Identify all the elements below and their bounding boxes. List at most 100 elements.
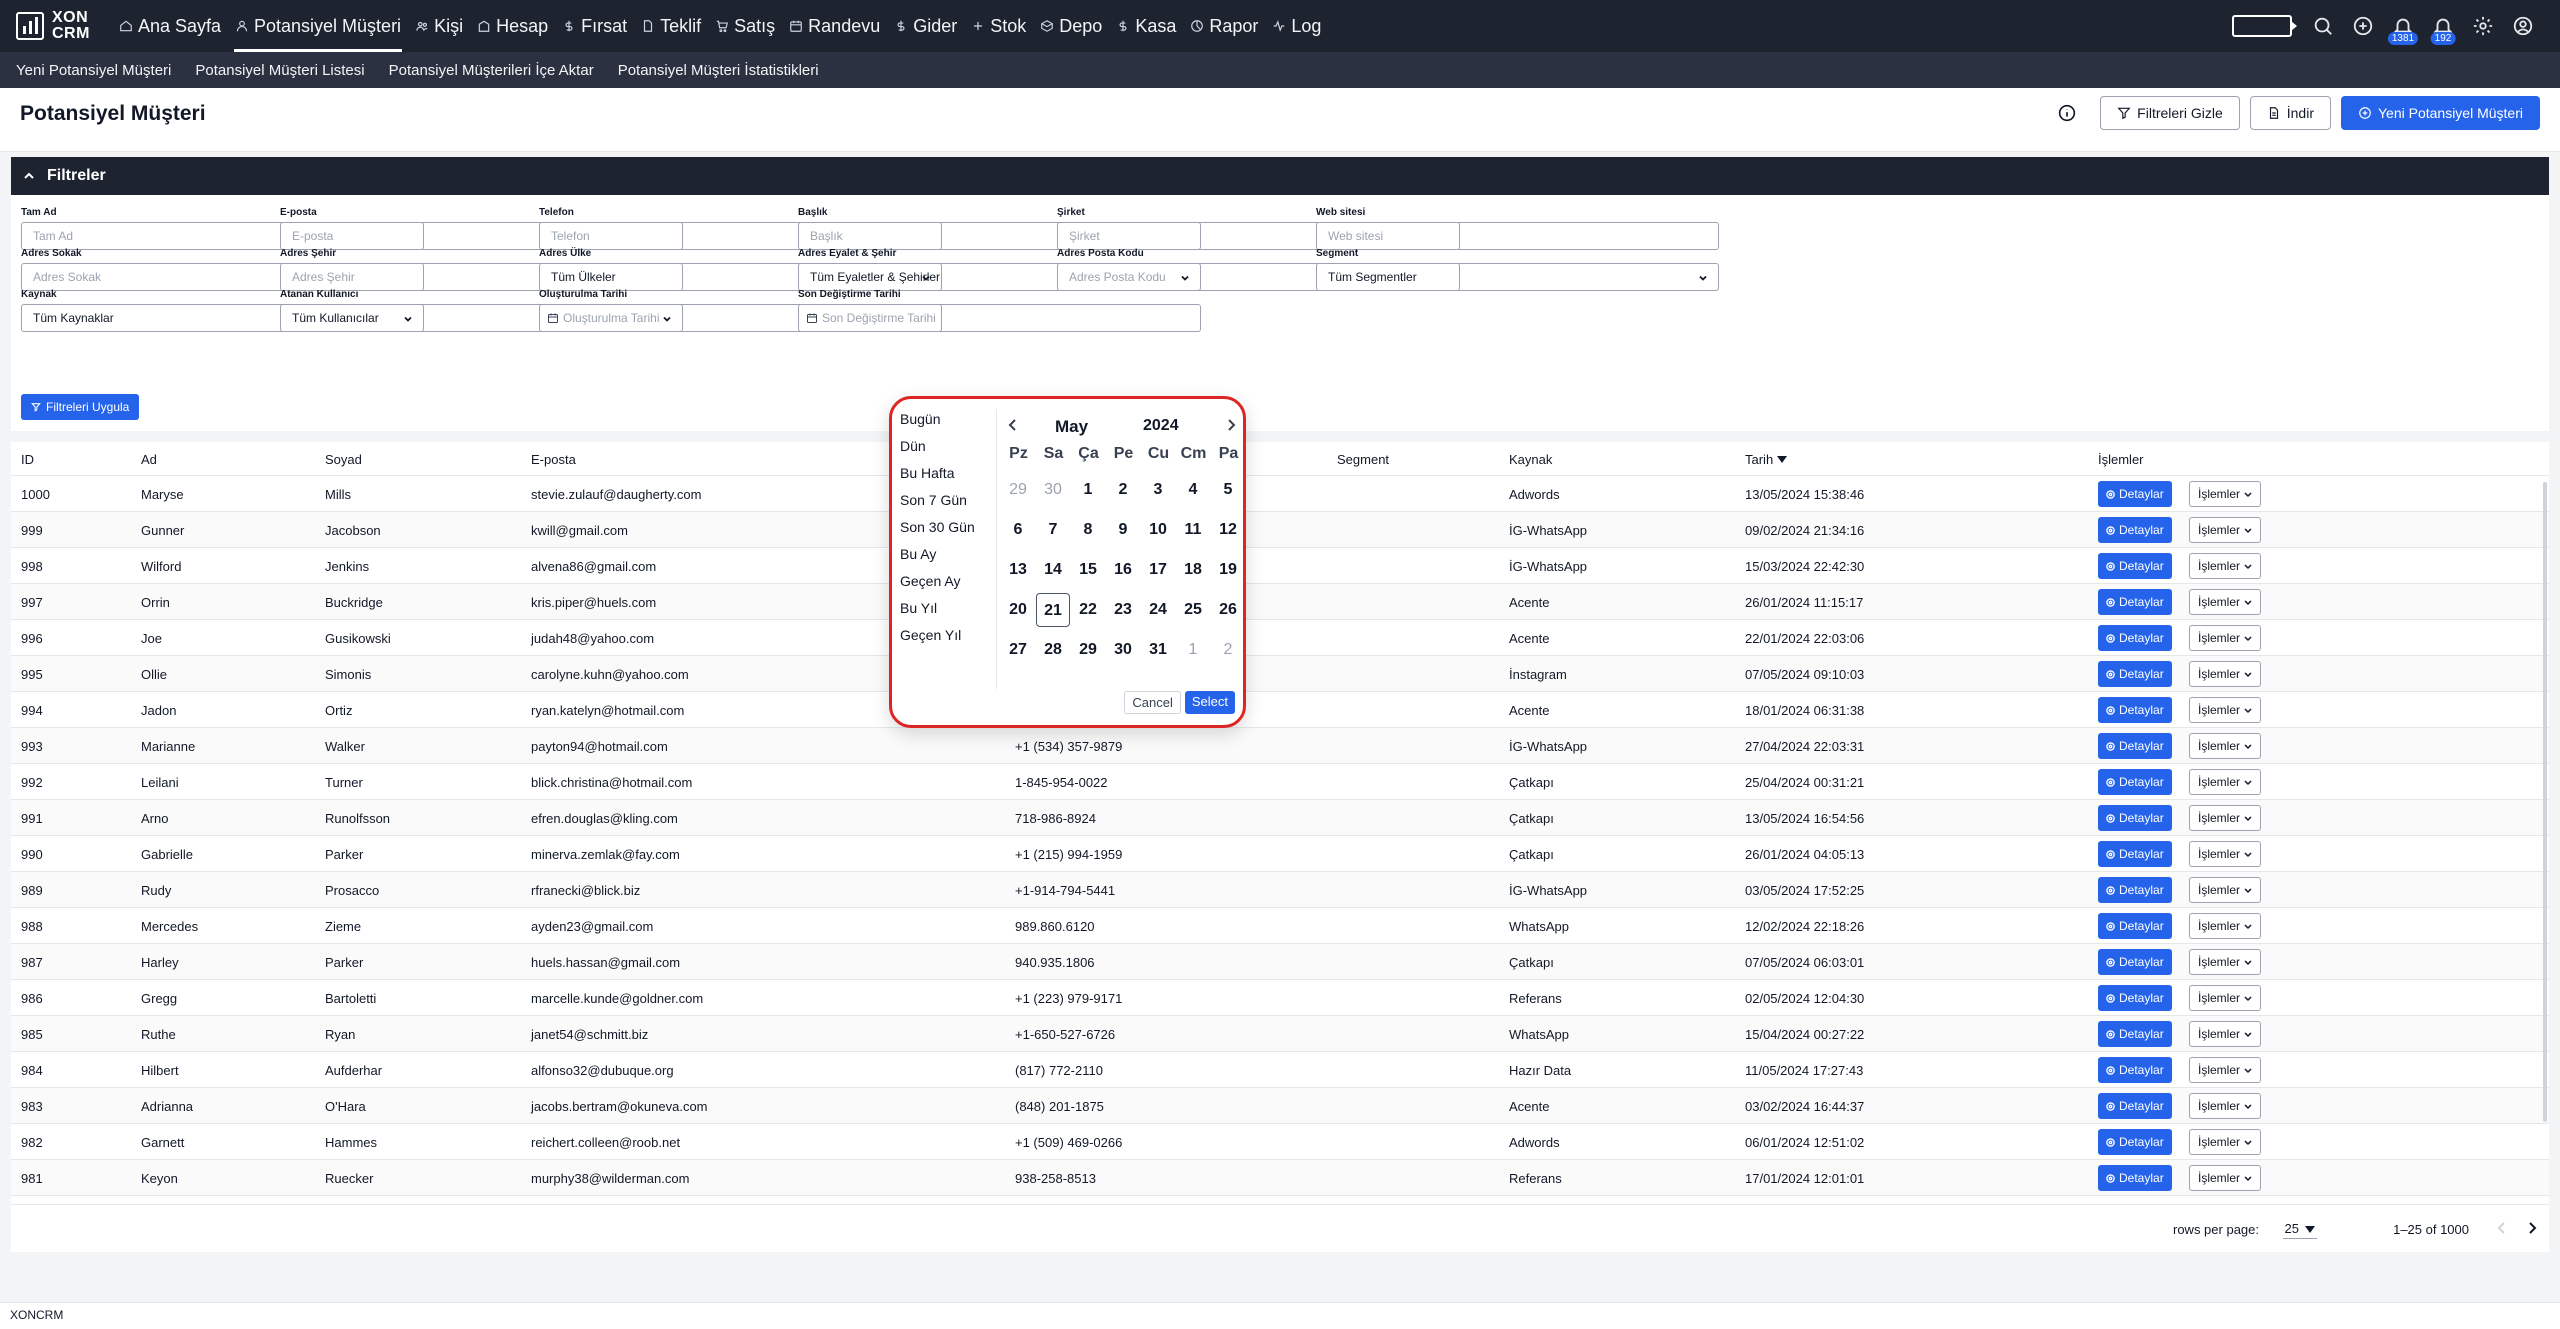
next-page-icon[interactable] xyxy=(2525,1221,2539,1235)
calendar-day[interactable]: 19 xyxy=(1211,553,1245,587)
filter-input[interactable]: Web sitesi xyxy=(1316,222,1719,250)
previous-month-icon[interactable] xyxy=(1007,418,1019,432)
hide-filters-button[interactable]: Filtreleri Gizle xyxy=(2100,96,2240,130)
table-row[interactable]: 987 Harley Parker huels.hassan@gmail.com 940… xyxy=(11,944,2549,980)
calendar-day[interactable]: 20 xyxy=(1001,593,1035,627)
nav-item-3[interactable]: Kişi xyxy=(408,0,470,52)
actions-dropdown-button[interactable]: İşlemler xyxy=(2189,1165,2262,1191)
calendar-day[interactable]: 12 xyxy=(1211,513,1245,547)
details-button[interactable]: Detaylar xyxy=(2098,733,2172,759)
details-button[interactable]: Detaylar xyxy=(2098,1129,2172,1155)
column-header-first-name[interactable]: Ad xyxy=(141,452,157,467)
details-button[interactable]: Detaylar xyxy=(2098,697,2172,723)
details-button[interactable]: Detaylar xyxy=(2098,1165,2172,1191)
column-header-source[interactable]: Kaynak xyxy=(1509,452,1552,467)
calendar-day[interactable]: 14 xyxy=(1036,553,1070,587)
actions-dropdown-button[interactable]: İşlemler xyxy=(2189,877,2262,903)
calendar-day[interactable]: 4 xyxy=(1176,473,1210,507)
filter-select[interactable]: Tüm Segmentler xyxy=(1316,263,1719,291)
calendar-day[interactable]: 26 xyxy=(1211,593,1245,627)
new-lead-button[interactable]: Yeni Potansiyel Müşteri xyxy=(2340,96,2540,130)
actions-dropdown-button[interactable]: İşlemler xyxy=(2189,553,2262,579)
calendar-day[interactable]: 2 xyxy=(1106,473,1140,507)
calendar-day[interactable]: 10 xyxy=(1141,513,1175,547)
details-button[interactable]: Detaylar xyxy=(2098,877,2172,903)
calendar-day[interactable]: 1 xyxy=(1176,633,1210,667)
nav-item-6[interactable]: Teklif xyxy=(634,0,708,52)
actions-dropdown-button[interactable]: İşlemler xyxy=(2189,805,2262,831)
column-header-id[interactable]: ID xyxy=(21,452,34,467)
nav-item-10[interactable]: Stok xyxy=(964,0,1033,52)
details-button[interactable]: Detaylar xyxy=(2098,913,2172,939)
table-scrollbar[interactable] xyxy=(2543,482,2547,1122)
calendar-day[interactable]: 6 xyxy=(1001,513,1035,547)
date-preset-option[interactable]: Dün xyxy=(900,436,992,463)
filters-header[interactable]: Filtreler xyxy=(11,157,2549,195)
actions-dropdown-button[interactable]: İşlemler xyxy=(2189,1093,2262,1119)
picker-cancel-button[interactable]: Cancel xyxy=(1124,691,1181,714)
actions-dropdown-button[interactable]: İşlemler xyxy=(2189,697,2262,723)
calendar-day[interactable]: 24 xyxy=(1141,593,1175,627)
calendar-day[interactable]: 15 xyxy=(1071,553,1105,587)
details-button[interactable]: Detaylar xyxy=(2098,805,2172,831)
details-button[interactable]: Detaylar xyxy=(2098,1021,2172,1047)
table-row[interactable]: 985 Ruthe Ryan janet54@schmitt.biz +1-650-52… xyxy=(11,1016,2549,1052)
subnav-import-leads[interactable]: Potansiyel Müşterileri İçe Aktar xyxy=(389,62,594,79)
table-row[interactable]: 994 Jadon Ortiz ryan.katelyn@hotmail.com Ace… xyxy=(11,692,2549,728)
actions-dropdown-button[interactable]: İşlemler xyxy=(2189,1129,2262,1155)
subnav-lead-list[interactable]: Potansiyel Müşteri Listesi xyxy=(195,62,364,79)
rows-per-page-select[interactable]: 25 xyxy=(2282,1219,2317,1239)
calendar-day[interactable]: 25 xyxy=(1176,593,1210,627)
calendar-day[interactable]: 1 xyxy=(1071,473,1105,507)
date-preset-option[interactable]: Son 7 Gün xyxy=(900,490,992,517)
actions-dropdown-button[interactable]: İşlemler xyxy=(2189,589,2262,615)
table-row[interactable]: 982 Garnett Hammes reichert.colleen@roob.ne… xyxy=(11,1124,2549,1160)
details-button[interactable]: Detaylar xyxy=(2098,769,2172,795)
date-preset-option[interactable]: Son 30 Gün xyxy=(900,517,992,544)
nav-item-1[interactable]: Ana Sayfa xyxy=(112,0,228,52)
calendar-day[interactable]: 29 xyxy=(1001,473,1035,507)
add-circle-icon[interactable] xyxy=(2350,13,2376,39)
details-button[interactable]: Detaylar xyxy=(2098,661,2172,687)
table-row[interactable]: 997 Orrin Buckridge kris.piper@huels.com Ace… xyxy=(11,584,2549,620)
actions-dropdown-button[interactable]: İşlemler xyxy=(2189,949,2262,975)
nav-item-5[interactable]: Fırsat xyxy=(555,0,634,52)
apply-filters-button[interactable]: Filtreleri Uygula xyxy=(21,394,140,420)
calendar-day[interactable]: 27 xyxy=(1001,633,1035,667)
app-logo[interactable]: XON CRM xyxy=(16,10,90,42)
actions-dropdown-button[interactable]: İşlemler xyxy=(2189,1021,2262,1047)
actions-dropdown-button[interactable]: İşlemler xyxy=(2189,985,2262,1011)
date-preset-option[interactable]: Bugün xyxy=(900,409,992,436)
details-button[interactable]: Detaylar xyxy=(2098,589,2172,615)
actions-dropdown-button[interactable]: İşlemler xyxy=(2189,481,2262,507)
calendar-day[interactable]: 3 xyxy=(1141,473,1175,507)
filter-date-input[interactable]: Son Değiştirme Tarihi xyxy=(798,304,1201,332)
actions-dropdown-button[interactable]: İşlemler xyxy=(2189,841,2262,867)
table-row[interactable]: 1000 Maryse Mills stevie.zulauf@daugherty.c… xyxy=(11,476,2549,512)
info-icon[interactable] xyxy=(2056,102,2078,124)
actions-dropdown-button[interactable]: İşlemler xyxy=(2189,913,2262,939)
calendar-day[interactable]: 30 xyxy=(1036,473,1070,507)
previous-page-icon[interactable] xyxy=(2495,1221,2509,1235)
details-button[interactable]: Detaylar xyxy=(2098,481,2172,507)
table-row[interactable]: 993 Marianne Walker payton94@hotmail.com +1 … xyxy=(11,728,2549,764)
date-preset-option[interactable]: Bu Hafta xyxy=(900,463,992,490)
reminder-bell-icon[interactable]: 192 xyxy=(2430,13,2456,45)
table-row[interactable]: 988 Mercedes Zieme ayden23@gmail.com 989.860… xyxy=(11,908,2549,944)
table-row[interactable]: 999 Gunner Jacobson kwill@gmail.com İG-Whats… xyxy=(11,512,2549,548)
calendar-day[interactable]: 18 xyxy=(1176,553,1210,587)
nav-item-14[interactable]: Log xyxy=(1265,0,1328,52)
table-row[interactable]: 986 Gregg Bartoletti marcelle.kunde@goldner… xyxy=(11,980,2549,1016)
column-header-email[interactable]: E-posta xyxy=(531,452,576,467)
table-row[interactable]: 996 Joe Gusikowski judah48@yahoo.com Acente 2… xyxy=(11,620,2549,656)
actions-dropdown-button[interactable]: İşlemler xyxy=(2189,625,2262,651)
calendar-day[interactable]: 23 xyxy=(1106,593,1140,627)
picker-select-button[interactable]: Select xyxy=(1184,691,1235,714)
actions-dropdown-button[interactable]: İşlemler xyxy=(2189,1057,2262,1083)
actions-dropdown-button[interactable]: İşlemler xyxy=(2189,661,2262,687)
details-button[interactable]: Detaylar xyxy=(2098,841,2172,867)
search-icon[interactable] xyxy=(2310,13,2336,39)
nav-item-12[interactable]: Kasa xyxy=(1109,0,1183,52)
calendar-day[interactable]: 31 xyxy=(1141,633,1175,667)
details-button[interactable]: Detaylar xyxy=(2098,1093,2172,1119)
